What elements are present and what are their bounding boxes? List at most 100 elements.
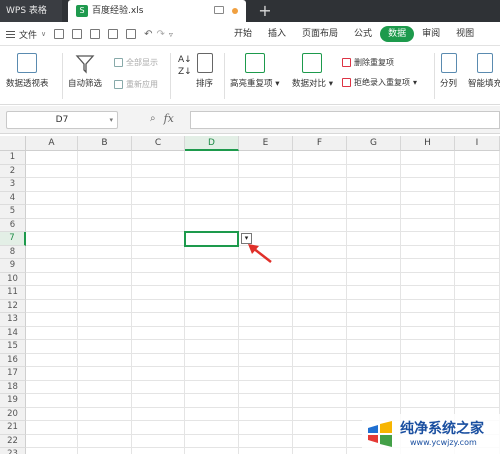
row-header-20[interactable]: 20 (0, 407, 26, 421)
sort-button[interactable]: 排序 (196, 53, 213, 89)
row-header-16[interactable]: 16 (0, 353, 26, 367)
gridline (26, 352, 500, 354)
file-tab[interactable]: S 百度经验.xls (68, 0, 246, 22)
customize-icon[interactable]: ▿ (169, 30, 173, 39)
monitor-icon[interactable] (214, 6, 224, 14)
gridline (26, 190, 500, 192)
gridline (26, 204, 500, 205)
row-header-9[interactable]: 9 (0, 259, 26, 273)
new-tab-button[interactable]: + (257, 0, 273, 22)
save-icon[interactable] (72, 29, 83, 39)
sort-asc-desc[interactable]: A↓ Z↓ (178, 55, 192, 77)
smart-fill-icon (477, 53, 493, 73)
name-box[interactable]: D7 ▾ (6, 111, 118, 129)
row-header-17[interactable]: 17 (0, 367, 26, 381)
menu-icon[interactable] (6, 30, 15, 38)
divider (434, 53, 435, 99)
chevron-down-icon[interactable]: ▾ (109, 112, 113, 128)
formula-input[interactable] (190, 111, 500, 129)
preview-icon[interactable] (126, 29, 137, 39)
data-compare-button[interactable]: 数据对比 ▾ (292, 53, 333, 89)
watermark: 纯净系统之家 www.ycwjzy.com (362, 414, 500, 454)
divider (224, 53, 225, 99)
row-header-3[interactable]: 3 (0, 178, 26, 192)
windows-logo-icon (368, 421, 392, 447)
row-header-4[interactable]: 4 (0, 191, 26, 205)
row-header-13[interactable]: 13 (0, 313, 26, 327)
reject-duplicates-button[interactable]: 拒绝录入重复项 ▾ (342, 77, 417, 88)
column-header-e[interactable]: E (239, 136, 293, 151)
pivot-table-button[interactable]: 数据透视表 (6, 53, 49, 89)
data-compare-icon (302, 53, 323, 73)
tab-review[interactable]: 审阅 (414, 26, 448, 42)
highlight-duplicates-button[interactable]: 高亮重复项 ▾ (230, 53, 279, 89)
split-column-button[interactable]: 分列 (440, 53, 457, 89)
tab-home[interactable]: 开始 (226, 26, 260, 42)
row-header-12[interactable]: 12 (0, 299, 26, 313)
open-icon[interactable] (54, 29, 65, 39)
row-header-5[interactable]: 5 (0, 205, 26, 219)
undo-icon[interactable]: ↶ (144, 29, 152, 40)
row-header-11[interactable]: 11 (0, 286, 26, 300)
gridline (26, 298, 500, 300)
remove-duplicates-button[interactable]: 删除重复项 (342, 57, 394, 68)
gridline (26, 393, 500, 394)
column-header-d[interactable]: D (185, 136, 239, 151)
column-header-a[interactable]: A (26, 136, 78, 151)
menu-bar: 文件 ∨ ↶ ↷ ▿ 开始 插入 页面布局 公式 数据 审阅 视图 (0, 22, 500, 46)
row-header-8[interactable]: 8 (0, 245, 26, 259)
insert-function-icon[interactable]: fx (164, 112, 174, 125)
row-header-22[interactable]: 22 (0, 434, 26, 448)
gridline (26, 379, 500, 381)
select-all-corner[interactable] (0, 136, 26, 151)
print-icon[interactable] (90, 29, 101, 39)
annotation-arrow-icon (248, 244, 272, 263)
smart-fill-button[interactable]: 智能填充 (468, 53, 500, 89)
row-header-23[interactable]: 23 (0, 448, 26, 454)
column-header-f[interactable]: F (293, 136, 347, 151)
column-header-h[interactable]: H (401, 136, 455, 151)
gridline (26, 163, 500, 165)
zoom-icon[interactable]: ⌕ (150, 113, 156, 124)
gridline (292, 151, 293, 454)
row-header-19[interactable]: 19 (0, 394, 26, 408)
tab-page-layout[interactable]: 页面布局 (294, 26, 346, 42)
data-compare-label: 数据对比 (292, 79, 327, 89)
sort-descending-icon[interactable]: Z↓ (178, 67, 192, 77)
row-header-10[interactable]: 10 (0, 272, 26, 286)
chevron-down-icon[interactable]: ∨ (41, 30, 46, 38)
print-preview-icon[interactable] (108, 29, 119, 39)
app-tab[interactable]: WPS 表格 (0, 0, 62, 22)
autofilter-button[interactable]: 自动筛选 (68, 53, 102, 89)
tab-data[interactable]: 数据 (380, 26, 415, 42)
tab-insert[interactable]: 插入 (260, 26, 294, 42)
row-header-6[interactable]: 6 (0, 218, 26, 232)
row-header-1[interactable]: 1 (0, 151, 26, 165)
gridline (26, 325, 500, 327)
watermark-url: www.ycwjzy.com (410, 438, 477, 447)
tab-formulas[interactable]: 公式 (346, 26, 380, 42)
file-menu[interactable]: 文件 (19, 28, 37, 41)
active-cell[interactable] (184, 231, 239, 247)
sort-ascending-icon[interactable]: A↓ (178, 55, 192, 65)
tab-view[interactable]: 视图 (448, 26, 482, 42)
row-header-18[interactable]: 18 (0, 380, 26, 394)
reapply-button[interactable]: 重新应用 (114, 79, 158, 90)
row-header-7[interactable]: 7 (0, 232, 26, 246)
column-header-c[interactable]: C (132, 136, 185, 151)
sort-icon (196, 53, 213, 73)
column-header-g[interactable]: G (347, 136, 401, 151)
watermark-title: 纯净系统之家 (400, 421, 484, 437)
redo-icon[interactable]: ↷ (157, 29, 165, 40)
row-header-14[interactable]: 14 (0, 326, 26, 340)
show-all-button[interactable]: 全部显示 (114, 57, 158, 68)
formula-bar: D7 ▾ ⌕ fx (0, 106, 500, 134)
row-header-15[interactable]: 15 (0, 340, 26, 354)
row-header-2[interactable]: 2 (0, 164, 26, 178)
gridline (26, 339, 500, 340)
column-header-b[interactable]: B (78, 136, 132, 151)
column-header-i[interactable]: I (455, 136, 500, 151)
reject-duplicates-icon (342, 78, 351, 87)
row-header-21[interactable]: 21 (0, 421, 26, 435)
filter-icon (75, 55, 95, 74)
